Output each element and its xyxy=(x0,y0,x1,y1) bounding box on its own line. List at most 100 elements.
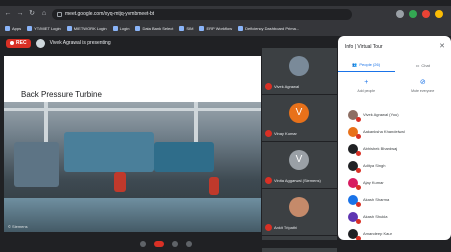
bookmark-label: SIM xyxy=(186,26,193,31)
camera-toggle-button[interactable] xyxy=(172,241,178,247)
floor xyxy=(4,198,261,232)
close-icon[interactable]: ✕ xyxy=(439,42,445,50)
panel-actions: +Add people ⊘Mute everyone xyxy=(338,78,451,100)
add-people-button[interactable]: +Add people xyxy=(338,78,395,100)
turbine-photo: © Siemens xyxy=(4,102,261,232)
presenter-avatar xyxy=(36,39,45,48)
tab-label: Chat xyxy=(421,63,429,68)
extension-icon[interactable] xyxy=(422,10,430,18)
participant-list: Vivek Agrawal (You) Aakanksha Khandelwal A… xyxy=(338,106,451,242)
home-icon[interactable]: ⌂ xyxy=(40,10,48,18)
list-item[interactable]: Akash Sharma xyxy=(338,191,451,208)
recording-label: REC xyxy=(16,40,27,46)
avatar xyxy=(348,127,358,137)
bookmark-item[interactable]: Login xyxy=(113,26,130,31)
participant-name: Aditya Singh xyxy=(363,163,385,168)
mic-muted-icon xyxy=(265,130,272,137)
people-panel: Info | Virtual Tour ✕ 👥People (26) ▭Chat… xyxy=(338,36,451,240)
bookmark-item[interactable]: Deficiency Dashboard Prima... xyxy=(238,26,299,31)
taskbar xyxy=(0,240,451,248)
participant-tile[interactable]: Vivek Agrawal xyxy=(262,48,337,94)
list-item[interactable]: Akash Shukla xyxy=(338,208,451,225)
mic-muted-icon xyxy=(356,117,361,122)
bookmark-item[interactable]: SIM xyxy=(179,26,193,31)
more-options-button[interactable] xyxy=(186,241,192,247)
bookmark-label: Deficiency Dashboard Prima... xyxy=(245,26,299,31)
end-call-button[interactable] xyxy=(154,241,164,247)
mic-muted-icon xyxy=(356,134,361,139)
avatar xyxy=(348,144,358,154)
list-item[interactable]: Abhishek Bhardwaj xyxy=(338,140,451,157)
red-valve xyxy=(209,177,219,195)
list-item[interactable]: Aakanksha Khandelwal xyxy=(338,123,451,140)
participant-name: Aakanksha Khandelwal xyxy=(363,129,405,134)
slide-title: Back Pressure Turbine xyxy=(21,90,102,99)
mic-muted-icon xyxy=(356,151,361,156)
bookmark-favicon-icon xyxy=(27,26,32,31)
red-valve xyxy=(114,172,126,192)
panel-tabs: 👥People (26) ▭Chat xyxy=(338,58,451,72)
reload-icon[interactable]: ↻ xyxy=(28,10,36,18)
bookmark-label: ERP Workflow xyxy=(206,26,232,31)
address-row: ← → ↻ ⌂ meet.google.com/xyq-mtjq-yvmbmee… xyxy=(0,6,451,22)
bookmark-favicon-icon xyxy=(238,26,243,31)
address-bar[interactable]: meet.google.com/xyq-mtjq-yvmbmeet-bt xyxy=(52,9,352,20)
participant-name: Vinita Aggarwal (Siemens) xyxy=(274,178,321,183)
participant-avatar: V xyxy=(289,103,309,123)
mic-muted-icon xyxy=(356,202,361,207)
bookmark-item[interactable]: Data Bank Select xyxy=(135,26,173,31)
profile-avatar[interactable] xyxy=(435,10,443,18)
mic-muted-icon xyxy=(356,219,361,224)
participant-name: Vivek Agrawal xyxy=(274,84,299,89)
participant-name: Amandeep Kaur xyxy=(363,231,392,236)
avatar xyxy=(348,229,358,239)
action-label: Add people xyxy=(357,89,375,93)
mic-toggle-button[interactable] xyxy=(140,241,146,247)
list-item[interactable]: Vivek Agrawal (You) xyxy=(338,106,451,123)
bookmark-favicon-icon xyxy=(135,26,140,31)
participant-tile[interactable]: V Vinita Aggarwal (Siemens) xyxy=(262,142,337,188)
mic-muted-icon xyxy=(356,168,361,173)
participant-video xyxy=(289,56,309,76)
list-item[interactable]: Aditya Singh xyxy=(338,157,451,174)
participant-name: Vinay Kumar xyxy=(274,131,297,136)
extension-icons xyxy=(396,10,447,18)
extension-icon[interactable] xyxy=(409,10,417,18)
bookmark-item[interactable]: Apps xyxy=(5,26,21,31)
tab-label: People (26) xyxy=(359,62,380,67)
people-icon: 👥 xyxy=(352,62,357,67)
forward-icon[interactable]: → xyxy=(16,10,24,18)
mute-everyone-button[interactable]: ⊘Mute everyone xyxy=(395,78,451,100)
participant-name: Ajay Kumar xyxy=(363,180,384,185)
participant-name: Ankit Tripathi xyxy=(274,225,297,230)
extension-icon[interactable] xyxy=(396,10,404,18)
bookmark-label: Apps xyxy=(12,26,21,31)
presenting-status: Vivek Agrawal is presenting xyxy=(50,40,111,46)
participant-name: Akash Sharma xyxy=(363,197,389,202)
bookmark-label: Data Bank Select xyxy=(142,26,173,31)
back-icon[interactable]: ← xyxy=(4,10,12,18)
bookmark-favicon-icon xyxy=(199,26,204,31)
participant-name: Akash Shukla xyxy=(363,214,387,219)
bookmarks-bar: Apps YT/MIET Login MIETWORK Login Login … xyxy=(0,22,451,34)
avatar xyxy=(348,110,358,120)
bookmark-favicon-icon xyxy=(67,26,72,31)
participant-avatar: V xyxy=(289,150,309,170)
meet-window: REC Vivek Agrawal is presenting Back Pre… xyxy=(0,36,451,240)
bookmark-item[interactable]: ERP Workflow xyxy=(199,26,232,31)
mute-icon: ⊘ xyxy=(418,78,427,87)
mic-muted-icon xyxy=(265,224,272,231)
mic-muted-icon xyxy=(356,185,361,190)
bookmark-item[interactable]: MIETWORK Login xyxy=(67,26,107,31)
mic-muted-icon xyxy=(265,83,272,90)
list-item[interactable]: Ajay Kumar xyxy=(338,174,451,191)
roof-beam xyxy=(4,108,261,111)
participant-tiles: Vivek Agrawal V Vinay Kumar V Vinita Agg… xyxy=(262,48,337,240)
tab-people[interactable]: 👥People (26) xyxy=(338,58,395,72)
participant-tile[interactable]: V Vinay Kumar xyxy=(262,95,337,141)
browser-chrome: ← → ↻ ⌂ meet.google.com/xyq-mtjq-yvmbmee… xyxy=(0,0,451,36)
participant-tile[interactable]: Ankit Tripathi xyxy=(262,189,337,235)
bookmark-item[interactable]: YT/MIET Login xyxy=(27,26,61,31)
recording-badge: REC xyxy=(6,39,31,48)
tab-chat[interactable]: ▭Chat xyxy=(395,58,451,72)
